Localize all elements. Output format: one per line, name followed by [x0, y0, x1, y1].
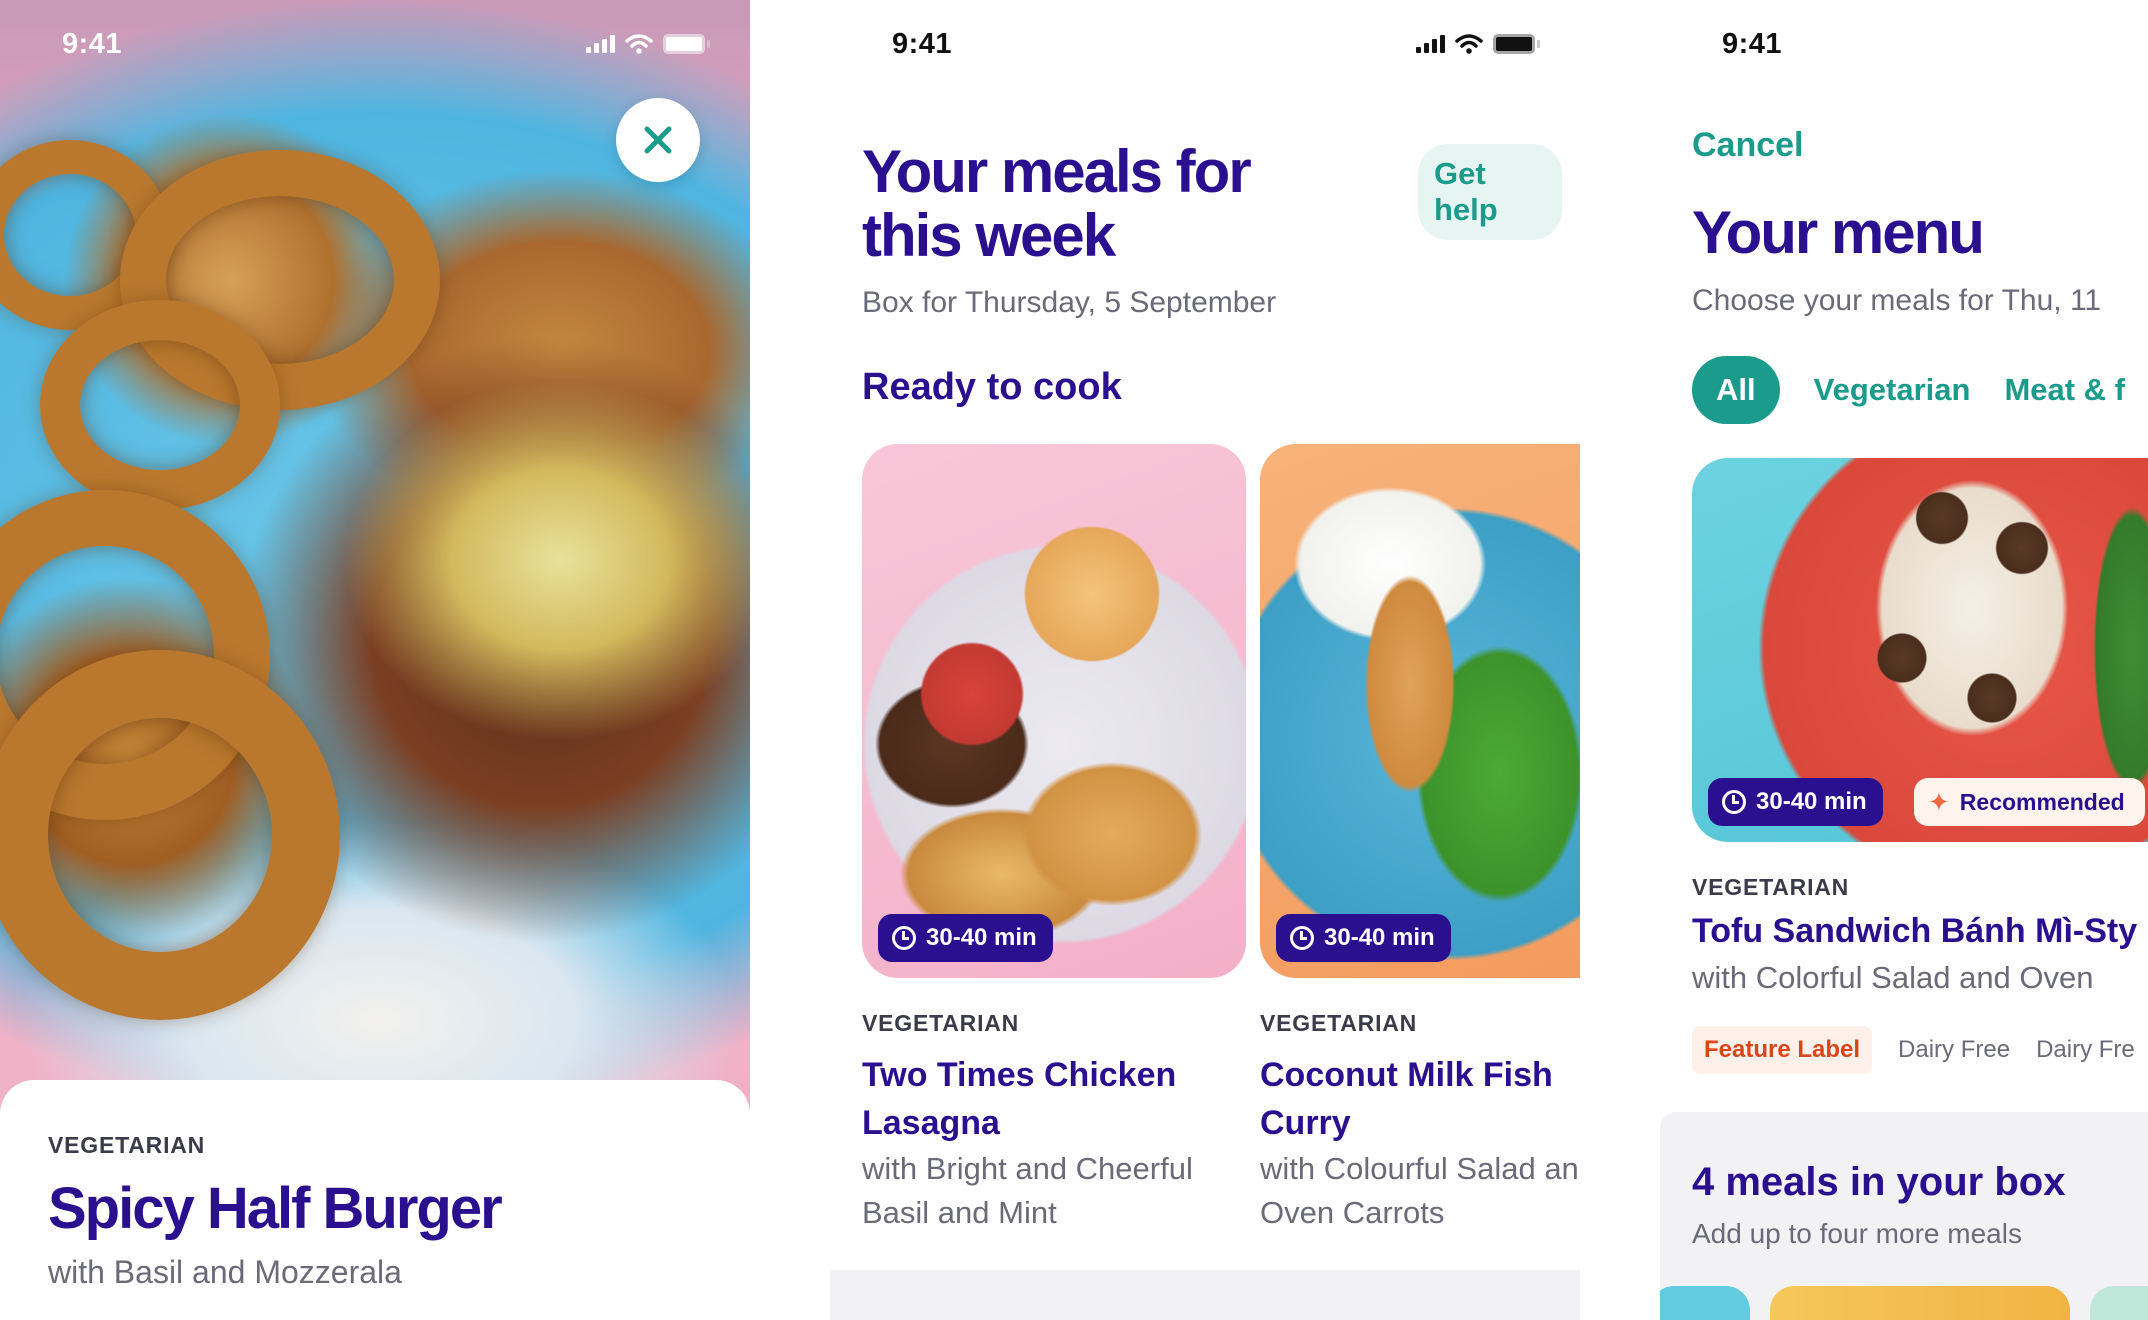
status-icons [1416, 34, 1540, 54]
onion-ring [40, 300, 280, 510]
filter-vegetarian[interactable]: Vegetarian [1814, 372, 1971, 408]
section-title: Ready to cook [862, 366, 1122, 408]
box-summary-subtitle: Add up to four more meals [1692, 1218, 2022, 1249]
close-button[interactable] [616, 98, 700, 182]
status-time: 9:41 [892, 28, 953, 60]
cook-time-chip: 30-40 min [1276, 914, 1451, 962]
status-time: 9:41 [1722, 28, 1783, 60]
filter-chips: All Vegetarian Meat & f [1692, 356, 2125, 424]
meal-subtitle-line-1: with Bright and Cheerful [862, 1151, 1193, 1186]
status-bar: 9:41 [1660, 0, 2148, 90]
onion-ring [0, 650, 340, 1020]
cellular-signal-icon [586, 35, 615, 53]
status-icons [586, 34, 710, 54]
wifi-icon [625, 34, 653, 54]
cook-time: 30-40 min [1756, 788, 1867, 815]
battery-icon [1493, 34, 1540, 54]
meal-card-image: 30-40 min [862, 444, 1246, 978]
page-title: Your meals for this week [862, 138, 1252, 269]
your-menu-screen: 9:41 Cancel Your menu Choose your meals … [1660, 0, 2148, 1320]
meal-subtitle: with Basil and Mozzerala [48, 1254, 402, 1290]
cancel-button[interactable]: Cancel [1692, 126, 1804, 165]
diet-tag: Dairy Fre [2036, 1036, 2135, 1063]
box-meal-thumbnail[interactable] [2090, 1286, 2148, 1320]
meal-tags: Feature Label Dairy Free Dairy Fre [1692, 1026, 2135, 1074]
meal-title: Tofu Sandwich Bánh Mì-Sty [1692, 912, 2138, 950]
filter-meat-and-fish[interactable]: Meat & f [2004, 372, 2125, 408]
status-time: 9:41 [62, 28, 123, 60]
diet-tag: Dairy Free [1898, 1036, 2011, 1063]
clock-icon [1722, 790, 1746, 814]
box-meal-thumbnail[interactable] [1770, 1286, 2070, 1320]
meal-category: VEGETARIAN [862, 1010, 1020, 1036]
meal-card[interactable]: 30-40 min VEGETARIAN Coconut Milk Fish C… [1260, 444, 1580, 1235]
your-meals-screen: 9:41 Your meals for this week Get help B… [830, 0, 1580, 1320]
page-subtitle: Choose your meals for Thu, 11 [1692, 284, 2102, 317]
wifi-icon [1455, 34, 1483, 54]
featured-meal-image[interactable]: 30-40 min ✦ Recommended [1692, 458, 2148, 842]
close-icon [644, 126, 672, 154]
battery-icon [663, 34, 710, 54]
cellular-signal-icon [1416, 35, 1445, 53]
filter-all[interactable]: All [1692, 356, 1780, 424]
status-bar: 9:41 [0, 0, 750, 90]
meal-subtitle-line-2: Basil and Mint [862, 1195, 1057, 1230]
meal-carousel[interactable]: 30-40 min VEGETARIAN Two Times Chicken L… [862, 444, 1580, 1244]
meal-detail-screen: 9:41 VEGETARIAN Spicy Half Burger with B… [0, 0, 750, 1320]
meal-title: Two Times Chicken Lasagna [862, 1056, 1177, 1142]
meal-category: VEGETARIAN [1260, 1010, 1418, 1036]
bottom-panel [830, 1270, 1580, 1320]
box-summary-title: 4 meals in your box [1692, 1160, 2066, 1204]
page-title: Your menu [1692, 199, 1985, 266]
box-meal-thumbnail[interactable] [1660, 1286, 1750, 1320]
meal-subtitle-line-1: with Colourful Salad and [1260, 1151, 1580, 1186]
meal-subtitle: with Colorful Salad and Oven [1692, 960, 2094, 995]
cook-time: 30-40 min [926, 924, 1037, 951]
meal-info-sheet: VEGETARIAN Spicy Half Burger with Basil … [0, 1080, 750, 1320]
cook-time-chip: 30-40 min [878, 914, 1053, 962]
sparkle-icon: ✦ [1928, 786, 1950, 817]
meal-category: VEGETARIAN [48, 1132, 206, 1158]
clock-icon [892, 926, 916, 950]
recommended-label: Recommended [1959, 788, 2125, 815]
meal-category: VEGETARIAN [1692, 874, 1850, 900]
feature-tag: Feature Label [1692, 1026, 1873, 1074]
meal-card[interactable]: 30-40 min VEGETARIAN Two Times Chicken L… [862, 444, 1246, 1235]
cook-time-chip: 30-40 min [1708, 778, 1883, 826]
meal-title: Coconut Milk Fish Curry [1260, 1056, 1553, 1142]
clock-icon [1290, 926, 1314, 950]
meal-title: Spicy Half Burger [48, 1176, 503, 1241]
meal-card-image: 30-40 min [1260, 444, 1580, 978]
page-header: Your meals for this week Get help [862, 140, 1562, 268]
status-bar: 9:41 [830, 0, 1580, 90]
box-date: Box for Thursday, 5 September [862, 286, 1277, 319]
meal-subtitle-line-2: Oven Carrots [1260, 1195, 1445, 1230]
recommended-badge: ✦ Recommended [1914, 778, 2145, 826]
get-help-button[interactable]: Get help [1418, 144, 1562, 240]
cook-time: 30-40 min [1324, 924, 1435, 951]
